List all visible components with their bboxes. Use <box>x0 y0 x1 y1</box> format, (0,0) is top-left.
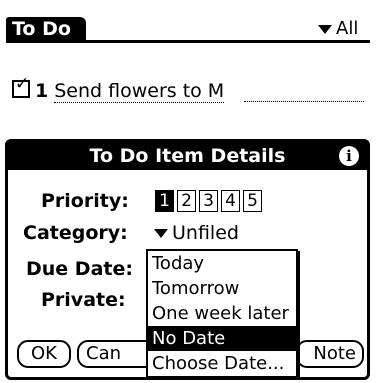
dialog-title: To Do Item Details <box>89 145 286 167</box>
category-filter-label: All <box>336 18 359 39</box>
category-value: Unfiled <box>172 222 239 244</box>
todo-description-line <box>244 101 364 102</box>
priority-option-4[interactable]: 4 <box>221 190 240 212</box>
triangle-down-icon <box>318 24 332 34</box>
due-date-label: Due Date: <box>26 258 133 280</box>
cancel-button[interactable]: Can <box>77 340 157 368</box>
priority-option-3[interactable]: 3 <box>199 190 218 212</box>
due-date-option-choose[interactable]: Choose Date... <box>148 351 296 376</box>
priority-option-1[interactable]: 1 <box>155 190 174 212</box>
title-underline <box>6 40 370 43</box>
priority-label: Priority: <box>41 190 129 212</box>
priority-option-2[interactable]: 2 <box>177 190 196 212</box>
priority-selector[interactable]: 1 2 3 4 5 <box>155 190 265 212</box>
todo-checkbox[interactable]: ✓ <box>12 76 30 98</box>
triangle-down-icon <box>154 229 168 238</box>
due-date-option-one-week[interactable]: One week later <box>148 301 296 326</box>
private-label: Private: <box>41 289 126 311</box>
note-button[interactable]: Note <box>296 340 364 368</box>
check-icon: ✓ <box>15 74 30 94</box>
dialog-title-bar: To Do Item Details i <box>8 142 367 170</box>
due-date-option-tomorrow[interactable]: Tomorrow <box>148 276 296 301</box>
todo-description[interactable]: Send flowers to M <box>54 80 225 103</box>
category-filter-picker[interactable]: All <box>318 19 358 39</box>
todo-list-item[interactable]: ✓ 1 Send flowers to M <box>12 76 225 103</box>
priority-option-5[interactable]: 5 <box>243 190 262 212</box>
ok-button[interactable]: OK <box>17 340 71 368</box>
category-label: Category: <box>23 222 128 244</box>
info-icon[interactable]: i <box>339 146 359 166</box>
due-date-popup-list[interactable]: Today Tomorrow One week later No Date Ch… <box>146 249 298 378</box>
category-picker[interactable]: Unfiled <box>154 222 239 244</box>
due-date-option-no-date[interactable]: No Date <box>148 326 296 351</box>
todo-priority[interactable]: 1 <box>35 80 48 102</box>
app-title: To Do <box>6 17 86 42</box>
due-date-option-today[interactable]: Today <box>148 251 296 276</box>
